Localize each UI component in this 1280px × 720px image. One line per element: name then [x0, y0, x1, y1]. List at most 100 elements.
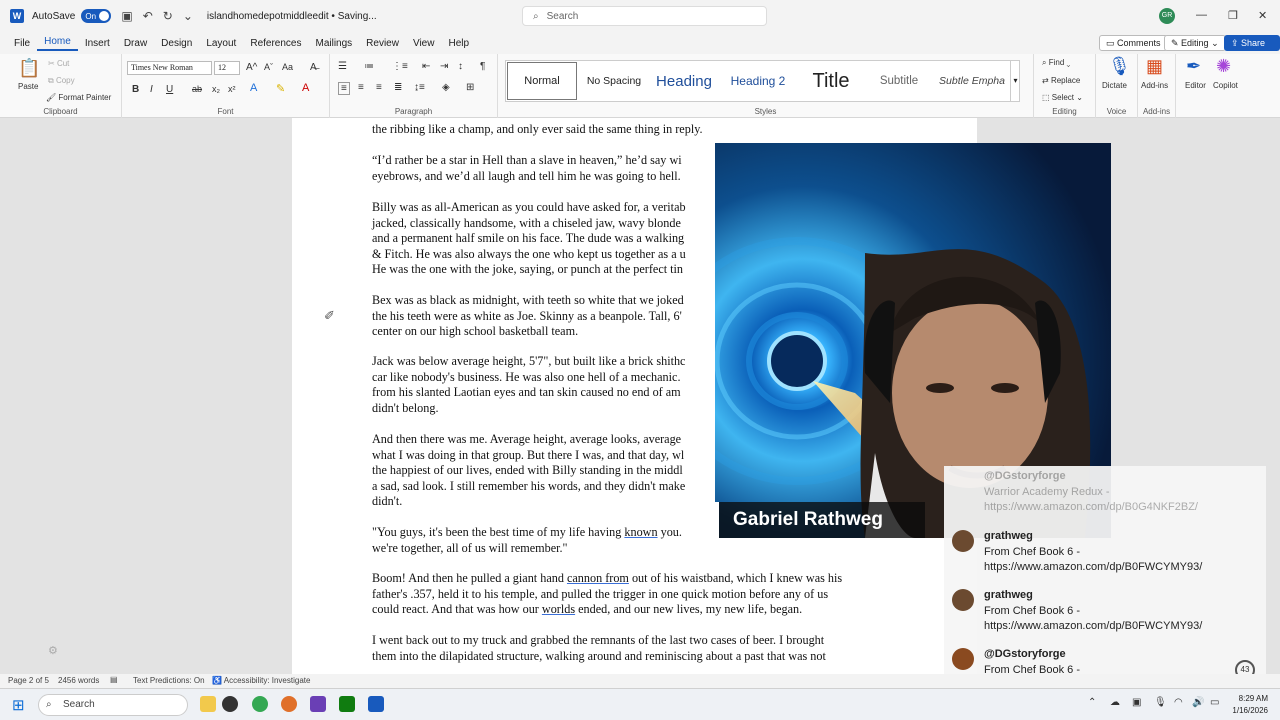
show-marks-icon[interactable]: ¶ [480, 61, 485, 72]
tab-help[interactable]: Help [441, 38, 476, 49]
font-size-select[interactable]: 12 [214, 61, 240, 75]
tab-layout[interactable]: Layout [199, 38, 243, 49]
brave-icon[interactable] [281, 696, 297, 712]
bullets-icon[interactable]: ☰ [338, 61, 347, 72]
style-subtle-emphasis[interactable]: Subtle Empha [934, 61, 1010, 101]
tab-insert[interactable]: Insert [78, 38, 117, 49]
align-center-icon[interactable]: ≡ [358, 82, 364, 93]
undo-icon[interactable]: ↶ [143, 9, 153, 23]
style-heading-2[interactable]: Heading 2 [720, 61, 796, 101]
strikethrough-icon[interactable]: ab [192, 84, 202, 94]
styles-more-icon[interactable]: ▾ [1010, 61, 1020, 101]
tab-home[interactable]: Home [37, 36, 78, 51]
word-count[interactable]: 2456 words [58, 676, 99, 685]
autosave-toggle[interactable]: On [81, 9, 112, 23]
tray-mic-icon[interactable]: 🎙 [1154, 697, 1167, 708]
sort-icon[interactable]: ↕ [458, 61, 463, 72]
text-predictions[interactable]: Text Predictions: On [133, 676, 205, 685]
highlight-icon[interactable]: ✎ [276, 82, 285, 95]
word-taskbar-icon[interactable] [368, 696, 384, 712]
align-right-icon[interactable]: ≡ [376, 82, 382, 93]
dictate-button[interactable]: Dictate [1102, 81, 1127, 90]
accessibility-status[interactable]: ♿ Accessibility: Investigate [212, 676, 310, 685]
decrease-indent-icon[interactable]: ⇤ [422, 61, 430, 72]
minimize-icon[interactable]: — [1196, 9, 1207, 21]
addins-button[interactable]: Add-ins [1141, 81, 1168, 90]
volume-icon[interactable]: 🔊 [1192, 697, 1204, 708]
clear-format-icon[interactable]: A̶ [310, 62, 317, 73]
subscript-icon[interactable]: x₂ [212, 84, 220, 94]
flagged-word[interactable]: known [624, 525, 657, 539]
share-button[interactable]: ⇪ Share ⌄ [1224, 35, 1280, 64]
change-case-icon[interactable]: Aa [282, 62, 293, 72]
text-effects-icon[interactable]: A [250, 82, 257, 94]
increase-indent-icon[interactable]: ⇥ [440, 61, 448, 72]
wifi-icon[interactable]: ◠ [1174, 697, 1183, 708]
avatar[interactable]: GR [1159, 8, 1175, 24]
style-heading[interactable]: Heading [650, 61, 718, 101]
multilevel-list-icon[interactable]: ⋮≡ [392, 61, 408, 72]
tray-chevron-icon[interactable]: ⌃ [1088, 697, 1096, 708]
restore-icon[interactable]: ❐ [1228, 9, 1238, 22]
grow-font-icon[interactable]: A^ [246, 62, 257, 73]
justify-icon[interactable]: ≣ [394, 82, 402, 93]
shrink-font-icon[interactable]: Aˇ [264, 62, 273, 72]
cut-button[interactable]: ✂ Cut [48, 59, 69, 68]
paste-button[interactable]: Paste [18, 82, 38, 91]
select-button[interactable]: ⬚ Select ⌄ [1042, 93, 1083, 102]
tab-design[interactable]: Design [154, 38, 199, 49]
chatgpt-icon[interactable] [222, 696, 238, 712]
copilot-button[interactable]: Copilot [1213, 81, 1238, 90]
page-count[interactable]: Page 2 of 5 [8, 676, 49, 685]
redo-icon[interactable]: ↻ [163, 9, 173, 23]
numbering-icon[interactable]: ≔ [364, 61, 374, 72]
superscript-icon[interactable]: x² [228, 84, 236, 94]
battery-icon[interactable]: ▭ [1210, 697, 1219, 708]
format-painter-button[interactable]: 🖌 Format Painter [46, 93, 111, 102]
tab-mailings[interactable]: Mailings [308, 38, 359, 49]
tab-draw[interactable]: Draw [117, 38, 154, 49]
addins-icon[interactable]: ▦ [1146, 56, 1163, 77]
windows-start-icon[interactable]: ⊞ [12, 696, 25, 714]
style-no-spacing[interactable]: No Spacing [580, 61, 648, 101]
shading-icon[interactable]: ◈ [442, 82, 450, 93]
chrome-icon[interactable] [252, 696, 268, 712]
tab-file[interactable]: File [7, 38, 37, 49]
borders-icon[interactable]: ⊞ [466, 82, 474, 93]
search-input[interactable]: ⌕ Search [522, 6, 767, 26]
customize-qat-icon[interactable]: ⌄ [183, 9, 193, 23]
save-icon[interactable]: ▣ [121, 9, 132, 23]
tab-review[interactable]: Review [359, 38, 406, 49]
editor-icon[interactable]: ✒ [1186, 56, 1201, 77]
taskbar-search[interactable]: ⌕ Search [38, 694, 188, 716]
copy-button[interactable]: ⧉ Copy [48, 76, 75, 86]
xbox-icon[interactable] [339, 696, 355, 712]
italic-icon[interactable]: I [150, 84, 153, 95]
align-left-icon[interactable]: ≡ [338, 82, 350, 95]
comments-button[interactable]: ▭ Comments [1099, 35, 1168, 51]
close-icon[interactable]: ✕ [1258, 9, 1267, 22]
document-title[interactable]: islandhomedepotmiddleedit • Saving... [207, 11, 377, 22]
copilot-icon[interactable]: ✺ [1216, 56, 1231, 77]
replace-button[interactable]: ⇄ Replace [1042, 76, 1080, 85]
find-button[interactable]: ⌕ Find ⌄ [1042, 58, 1070, 68]
flagged-word[interactable]: worlds [542, 602, 575, 616]
bold-icon[interactable]: B [132, 84, 139, 95]
style-title[interactable]: Title [798, 61, 864, 101]
editor-button[interactable]: Editor [1185, 81, 1206, 90]
font-name-select[interactable]: Times New Roman [127, 61, 212, 75]
tray-app-icon[interactable]: ▣ [1132, 697, 1141, 708]
tab-references[interactable]: References [243, 38, 308, 49]
font-color-icon[interactable]: A [302, 82, 309, 94]
underline-icon[interactable]: U [166, 84, 173, 95]
tab-view[interactable]: View [406, 38, 442, 49]
obs-icon[interactable] [310, 696, 326, 712]
paste-icon[interactable]: 📋 [18, 58, 40, 79]
file-explorer-icon[interactable] [200, 696, 216, 712]
system-clock[interactable]: 8:29 AM 1/16/2026 [1232, 693, 1268, 717]
microphone-icon[interactable]: 🎙 [1108, 56, 1131, 77]
style-normal[interactable]: Normal [507, 62, 577, 100]
settings-icon[interactable]: ⚙ [48, 644, 58, 657]
style-subtitle[interactable]: Subtitle [866, 61, 932, 101]
editing-mode-button[interactable]: ✎ Editing ⌄ [1164, 35, 1226, 51]
